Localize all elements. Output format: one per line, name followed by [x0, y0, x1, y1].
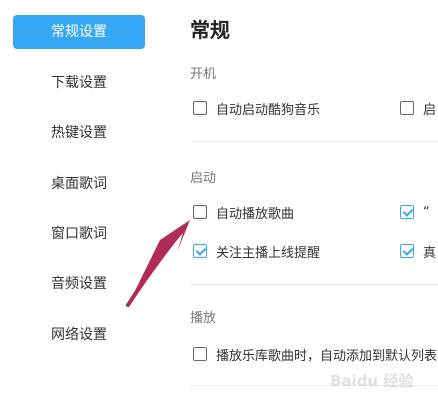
- checkbox[interactable]: [193, 205, 207, 219]
- option-label: 启: [423, 102, 437, 118]
- settings-content: 常规 开机 自动启动酷狗音乐 启 启动 自动播放歌曲 “ 关注主播上线提醒 真 …: [160, 0, 438, 416]
- option-auto-add-to-list[interactable]: 播放乐库歌曲时，自动添加到默认列表: [193, 345, 438, 364]
- section-title-startup: 开机: [190, 67, 217, 82]
- option-label: 播放乐库歌曲时，自动添加到默认列表: [216, 348, 438, 364]
- option-startup-truncated[interactable]: 启: [400, 99, 437, 118]
- sidebar-item-general[interactable]: 常规设置: [13, 15, 145, 49]
- checkbox-checked[interactable]: [193, 244, 207, 258]
- baidu-watermark: Baidu 经验: [330, 372, 414, 390]
- section-title-playback: 播放: [190, 311, 217, 326]
- sidebar-item-audio[interactable]: 音频设置: [13, 267, 145, 301]
- checkbox-checked[interactable]: [400, 205, 414, 219]
- checkbox[interactable]: [193, 101, 207, 115]
- settings-sidebar: 常规设置 下载设置 热键设置 桌面歌词 窗口歌词 音频设置 网络设置: [0, 0, 160, 416]
- option-auto-play[interactable]: 自动播放歌曲: [193, 203, 295, 222]
- checkbox[interactable]: [193, 347, 207, 361]
- option-label: 自动播放歌曲: [216, 206, 295, 222]
- divider: [190, 284, 438, 285]
- option-launch-truncated-1[interactable]: “: [400, 203, 430, 221]
- option-label: 关注主播上线提醒: [216, 245, 321, 261]
- divider: [190, 141, 438, 142]
- sidebar-item-network[interactable]: 网络设置: [13, 318, 145, 352]
- option-label: 自动启动酷狗音乐: [216, 102, 321, 118]
- option-label: “: [423, 204, 430, 220]
- option-launch-truncated-2[interactable]: 真: [400, 242, 437, 261]
- option-follow-streamer[interactable]: 关注主播上线提醒: [193, 242, 321, 261]
- checkbox-checked[interactable]: [400, 244, 414, 258]
- checkbox[interactable]: [400, 101, 414, 115]
- option-auto-launch[interactable]: 自动启动酷狗音乐: [193, 99, 321, 118]
- sidebar-item-download[interactable]: 下载设置: [13, 66, 145, 100]
- sidebar-item-desktop-lyrics[interactable]: 桌面歌词: [13, 167, 145, 201]
- sidebar-item-window-lyrics[interactable]: 窗口歌词: [13, 217, 145, 251]
- option-label: 真: [423, 245, 437, 261]
- section-title-launch: 启动: [190, 171, 217, 186]
- sidebar-item-hotkeys[interactable]: 热键设置: [13, 116, 145, 150]
- page-title: 常规: [190, 18, 230, 42]
